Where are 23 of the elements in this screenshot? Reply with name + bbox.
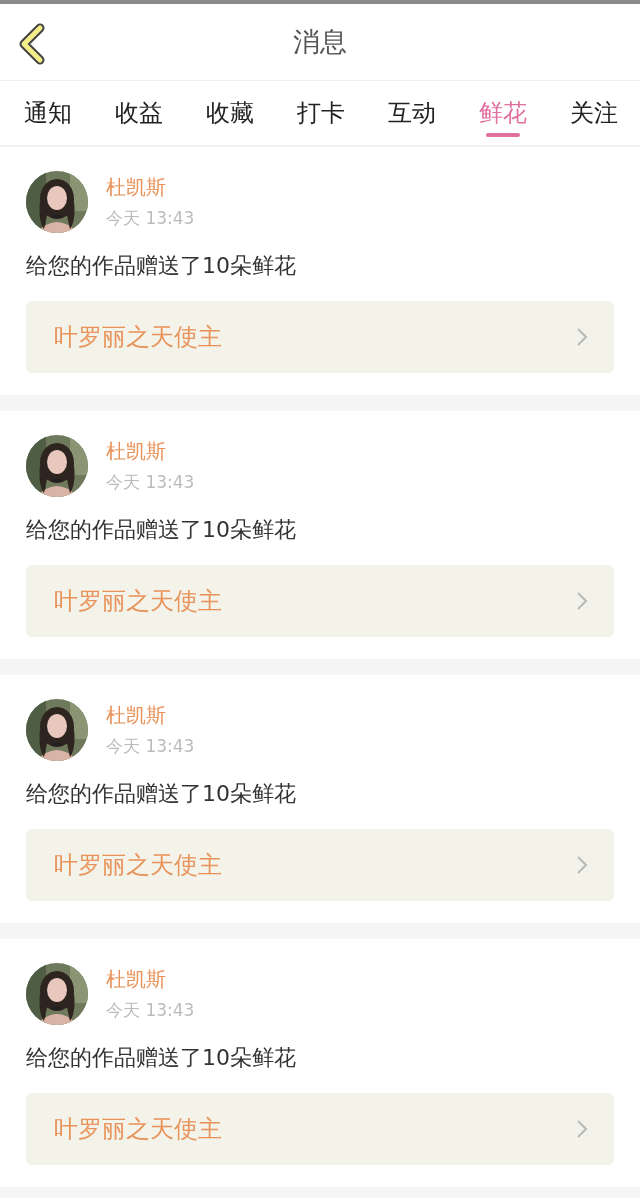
chevron-right-icon (576, 855, 588, 875)
chevron-right-icon (576, 1119, 588, 1139)
sender-name: 杜凯斯 (106, 702, 167, 729)
tab[interactable]: 通知 (24, 81, 72, 145)
message-text: 给您的作品赠送了10朵鲜花 (26, 516, 297, 544)
timestamp: 今天 13:43 (106, 471, 195, 494)
tab[interactable]: 收益 (115, 81, 163, 145)
message-text: 给您的作品赠送了10朵鲜花 (26, 780, 297, 808)
chevron-right-icon (576, 327, 588, 347)
sender-name: 杜凯斯 (106, 966, 167, 993)
message-text: 给您的作品赠送了10朵鲜花 (26, 252, 297, 280)
tab[interactable]: 打卡 (297, 81, 345, 145)
sender-name: 杜凯斯 (106, 174, 167, 201)
tab[interactable]: 收藏 (206, 81, 254, 145)
tab[interactable]: 互动 (388, 81, 436, 145)
timestamp: 今天 13:43 (106, 999, 195, 1022)
page-title: 消息 (293, 25, 347, 59)
timestamp: 今天 13:43 (106, 207, 195, 230)
chevron-right-icon (576, 591, 588, 611)
tab[interactable]: 关注 (570, 81, 618, 145)
sender-name: 杜凯斯 (106, 438, 167, 465)
message-text: 给您的作品赠送了10朵鲜花 (26, 1044, 297, 1072)
timestamp: 今天 13:43 (106, 735, 195, 758)
